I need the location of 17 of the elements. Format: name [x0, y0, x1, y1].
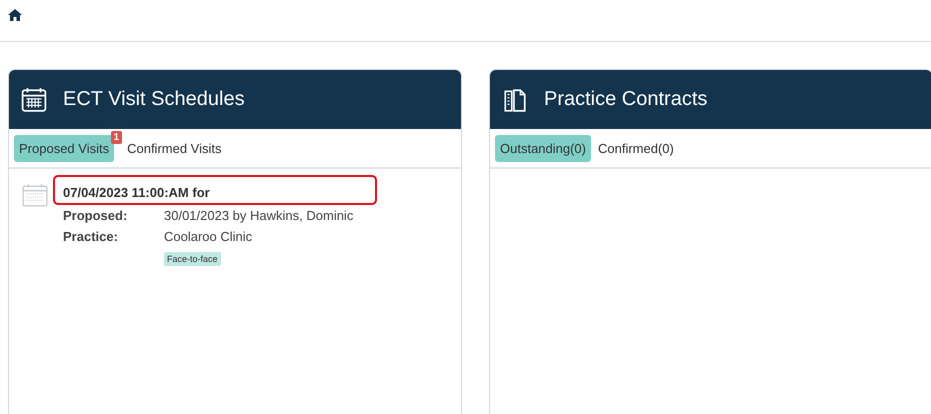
- field-value: 30/01/2023 by Hawkins, Dominic: [164, 208, 354, 223]
- field-label: Proposed:: [63, 208, 128, 223]
- tab[interactable]: Proposed Visits: [14, 134, 114, 162]
- panel-title: ECT Visit Schedules: [63, 88, 245, 111]
- visit-datetime: 07/04/2023 11:00:AM for: [63, 184, 211, 202]
- count-badge: 1: [110, 130, 122, 144]
- documents-icon: [502, 86, 528, 112]
- field-value: Coolaroo Clinic: [164, 229, 254, 244]
- calendar-icon: [22, 183, 48, 207]
- home-icon[interactable]: [8, 9, 22, 21]
- calendar-icon: [21, 86, 47, 112]
- field-label: Practice:: [63, 229, 119, 244]
- tab[interactable]: Outstanding(0): [495, 134, 591, 162]
- panel-title: Practice Contracts: [544, 88, 708, 111]
- visit-type-tag: Face-to-face: [164, 252, 221, 266]
- tab[interactable]: Confirmed(0): [593, 134, 679, 162]
- tab[interactable]: Confirmed Visits: [122, 134, 226, 162]
